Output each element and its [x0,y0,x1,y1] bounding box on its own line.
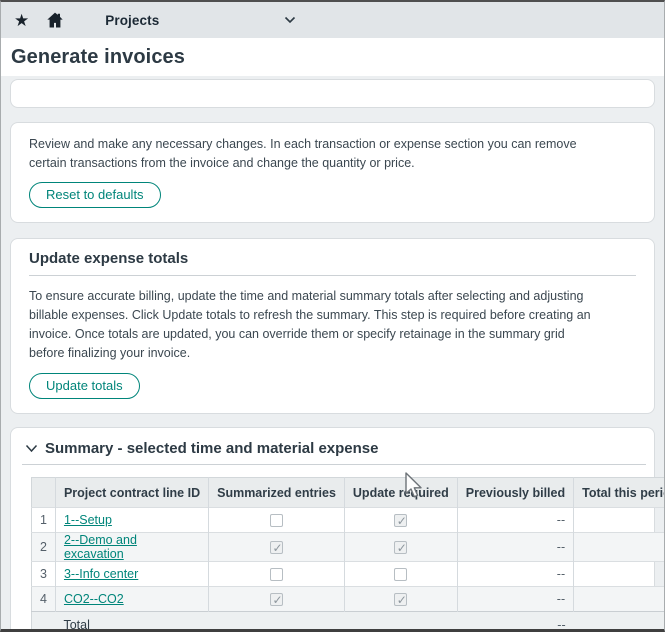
section-divider [22,464,646,465]
collapse-chevron-icon[interactable] [25,444,38,453]
contract-line-link[interactable]: 3--Info center [64,567,138,581]
summarized-cell [209,562,345,587]
total-period-cell [574,533,665,562]
col-header-previously-billed[interactable]: Previously billed [457,478,573,508]
update-expense-totals-section: Update expense totals To ensure accurate… [10,238,655,414]
total-period-cell: -- [574,562,665,587]
update-required-cell [344,533,457,562]
row-number: 4 [32,587,56,612]
line-id-cell: CO2--CO2 [55,587,208,612]
update-required-cell [344,508,457,533]
summary-table-header: Project contract line ID Summarized entr… [32,478,665,508]
table-row: 2 2--Demo and excavation -- [32,533,665,562]
update-required-checkbox[interactable] [394,593,407,606]
summarized-entries-checkbox[interactable] [270,541,283,554]
update-section-title: Update expense totals [29,250,636,267]
review-section: Review and make any necessary changes. I… [10,122,655,223]
summarized-entries-checkbox[interactable] [270,568,283,581]
summary-section: Summary - selected time and material exp… [10,427,655,632]
update-totals-button[interactable]: Update totals [29,373,140,399]
previously-billed-cell: -- [457,533,573,562]
update-required-cell [344,562,457,587]
summarized-cell [209,508,345,533]
col-header-summarized[interactable]: Summarized entries [209,478,345,508]
update-required-checkbox[interactable] [394,514,407,527]
contract-line-link[interactable]: 1--Setup [64,513,112,527]
col-header-line-id[interactable]: Project contract line ID [55,478,208,508]
previously-billed-cell: -- [457,587,573,612]
summary-table-body: 11--Setup----22--Demo and excavation--33… [32,508,665,612]
summary-table: Project contract line ID Summarized entr… [31,477,665,632]
summary-table-footer: Total -- -- [32,612,665,632]
nav-dropdown-label[interactable]: Projects [105,13,159,28]
review-instructions: Review and make any necessary changes. I… [29,135,636,173]
col-header-total-period[interactable]: Total this period [574,478,665,508]
table-row: 1 1--Setup ---- [32,508,665,533]
total-previously-billed: -- [457,612,573,632]
total-this-period: -- [574,612,665,632]
previously-billed-cell: -- [457,508,573,533]
update-instructions: To ensure accurate billing, update the t… [29,287,636,363]
table-row: 4 CO2--CO2 -- [32,587,665,612]
page-content: Review and make any necessary changes. I… [1,76,664,629]
previously-billed-cell: -- [457,562,573,587]
summarized-cell [209,533,345,562]
table-row: 3 3--Info center ---- [32,562,665,587]
top-navigation-bar: ★ Projects [1,2,664,38]
contract-line-link[interactable]: CO2--CO2 [64,592,124,606]
summarized-entries-checkbox[interactable] [270,514,283,527]
total-period-cell: -- [574,508,665,533]
line-id-cell: 2--Demo and excavation [55,533,208,562]
contract-line-link[interactable]: 2--Demo and excavation [64,533,137,561]
line-id-cell: 1--Setup [55,508,208,533]
summary-section-header[interactable]: Summary - selected time and material exp… [22,437,646,457]
section-divider [29,275,636,276]
chevron-down-icon[interactable] [284,16,296,24]
line-id-cell: 3--Info center [55,562,208,587]
col-header-rownum [32,478,56,508]
page-header: Generate invoices [1,38,664,76]
favorite-star-icon[interactable]: ★ [14,12,29,29]
col-header-update-required[interactable]: Update required [344,478,457,508]
summarized-entries-checkbox[interactable] [270,593,283,606]
collapsed-card [10,79,655,108]
page-title: Generate invoices [11,46,185,69]
row-number: 3 [32,562,56,587]
summary-section-title: Summary - selected time and material exp… [45,440,378,457]
row-number: 2 [32,533,56,562]
total-label: Total [55,612,208,632]
update-required-checkbox[interactable] [394,541,407,554]
total-period-cell [574,587,665,612]
update-required-cell [344,587,457,612]
home-icon[interactable] [45,10,65,30]
summarized-cell [209,587,345,612]
update-required-checkbox[interactable] [394,568,407,581]
reset-to-defaults-button[interactable]: Reset to defaults [29,182,161,208]
total-row: Total -- -- [32,612,665,632]
app-window: ★ Projects Generate invoices Review and … [0,0,665,632]
row-number: 1 [32,508,56,533]
